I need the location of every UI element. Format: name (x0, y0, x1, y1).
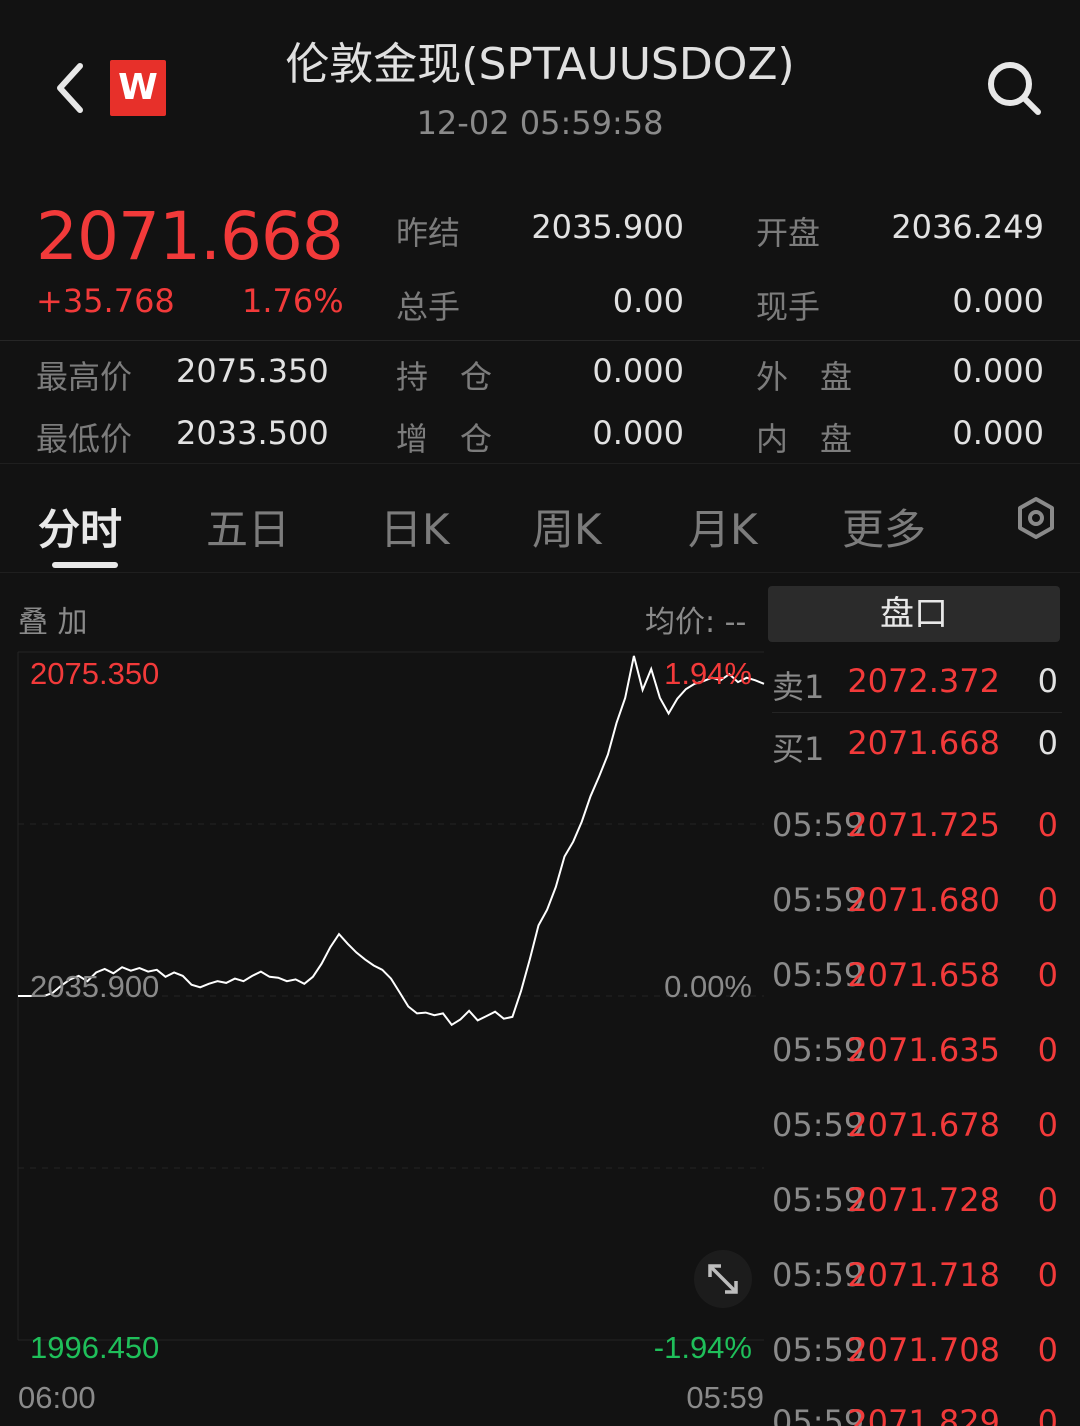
sell1-price: 2072.372 (847, 662, 1000, 700)
field-value: 0.000 (952, 282, 1044, 320)
tick-volume: 0 (1037, 1181, 1058, 1219)
tick-volume: 0 (1037, 881, 1058, 919)
tick-row: 05:59 2071.678 0 (772, 1106, 1072, 1156)
buy1-volume: 0 (1037, 724, 1058, 762)
avg-price-label: 均价: -- (645, 605, 747, 640)
tick-row: 05:59 2071.680 0 (772, 881, 1072, 931)
divider (0, 463, 1080, 464)
tick-row: 05:59 2071.718 0 (772, 1256, 1072, 1306)
field-value: 0.000 (952, 414, 1044, 452)
buy1-price: 2071.668 (847, 724, 1000, 762)
header: W 伦敦金现(SPTAUUSDOZ) 12-02 05:59:58 (0, 0, 1080, 170)
field-value: 0.000 (592, 352, 684, 390)
prev-close-label: 2035.900 (30, 969, 159, 1004)
tab-weekly-k[interactable]: 周K (532, 496, 602, 557)
search-icon[interactable] (984, 58, 1044, 118)
pct-top-label: 1.94% (664, 656, 752, 691)
tick-row: 05:59 2071.829 0 (772, 1403, 1072, 1426)
field-label: 最高价 (36, 358, 133, 396)
field-label: 总手 (396, 288, 461, 326)
x-end-label: 05:59 (686, 1380, 764, 1415)
tick-volume: 0 (1037, 1106, 1058, 1144)
page-title: 伦敦金现(SPTAUUSDOZ) (285, 39, 795, 90)
tick-volume: 0 (1037, 1331, 1058, 1369)
price-change: +35.768 (36, 282, 175, 320)
settings-icon[interactable] (1014, 496, 1058, 540)
field-value: 2033.500 (176, 414, 329, 452)
quote-datetime: 12-02 05:59:58 (416, 104, 664, 142)
overlay-button[interactable]: 叠 加 (18, 597, 88, 641)
tab-more[interactable]: 更多 (842, 496, 926, 557)
sell1-label: 卖1 (772, 668, 825, 706)
buy1-row: 买1 2071.668 0 (772, 724, 1072, 774)
x-start-label: 06:00 (18, 1380, 96, 1415)
sell1-volume: 0 (1037, 662, 1058, 700)
field-value: 0.000 (592, 414, 684, 452)
y-min-label: 1996.450 (30, 1330, 159, 1365)
tab-intraday[interactable]: 分时 (38, 496, 122, 557)
price-change-pct: 1.76% (242, 282, 344, 320)
field-value: 0.00 (612, 282, 684, 320)
tick-row: 05:59 2071.708 0 (772, 1331, 1072, 1381)
pct-bottom-label: -1.94% (654, 1330, 752, 1365)
tab-monthly-k[interactable]: 月K (688, 496, 758, 557)
tick-price: 2071.678 (847, 1106, 1000, 1144)
pct-mid-label: 0.00% (664, 969, 752, 1004)
field-label: 开盘 (756, 214, 821, 252)
sell1-row: 卖1 2072.372 0 (772, 662, 1072, 712)
intraday-chart[interactable]: 2075.350 1.94% 2035.900 0.00% 1996.450 -… (0, 640, 770, 1426)
field-label: 现手 (756, 288, 821, 326)
field-value: 0.000 (952, 352, 1044, 390)
tick-row: 05:59 2071.728 0 (772, 1181, 1072, 1231)
field-value: 2036.249 (891, 208, 1044, 246)
field-label: 昨结 (396, 214, 461, 252)
field-label: 增 仓 (396, 420, 493, 458)
field-value: 2035.900 (531, 208, 684, 246)
field-label: 最低价 (36, 420, 133, 458)
active-tab-indicator (52, 562, 118, 568)
tick-volume: 0 (1037, 956, 1058, 994)
order-book-tab[interactable]: 盘口 (768, 586, 1060, 642)
tick-row: 05:59 2071.635 0 (772, 1031, 1072, 1081)
expand-icon[interactable] (694, 1250, 752, 1308)
last-price: 2071.668 (36, 198, 344, 275)
tick-row: 05:59 2071.725 0 (772, 806, 1072, 856)
tick-price: 2071.680 (847, 881, 1000, 919)
tab-five-day[interactable]: 五日 (206, 496, 290, 557)
buy1-label: 买1 (772, 730, 825, 768)
tick-volume: 0 (1037, 1031, 1058, 1069)
tick-volume: 0 (1037, 1256, 1058, 1294)
tick-price: 2071.725 (847, 806, 1000, 844)
tick-volume: 0 (1037, 1403, 1058, 1426)
tick-volume: 0 (1037, 806, 1058, 844)
divider (0, 572, 1080, 573)
divider (0, 340, 1080, 341)
tick-price: 2071.728 (847, 1181, 1000, 1219)
tick-price: 2071.718 (847, 1256, 1000, 1294)
tick-price: 2071.658 (847, 956, 1000, 994)
y-max-label: 2075.350 (30, 656, 159, 691)
quote-panel: 2071.668 +35.768 1.76% 昨结 2035.900 开盘 20… (0, 190, 1080, 470)
divider (772, 712, 1062, 713)
field-label: 持 仓 (396, 358, 493, 396)
field-label: 内 盘 (756, 420, 853, 458)
tab-daily-k[interactable]: 日K (380, 496, 450, 557)
tick-row: 05:59 2071.658 0 (772, 956, 1072, 1006)
period-tabs: 分时 五日 日K 周K 月K 更多 (0, 476, 1080, 576)
tick-price: 2071.635 (847, 1031, 1000, 1069)
tick-price: 2071.829 (847, 1403, 1000, 1426)
field-label: 外 盘 (756, 358, 853, 396)
field-value: 2075.350 (176, 352, 329, 390)
tick-price: 2071.708 (847, 1331, 1000, 1369)
